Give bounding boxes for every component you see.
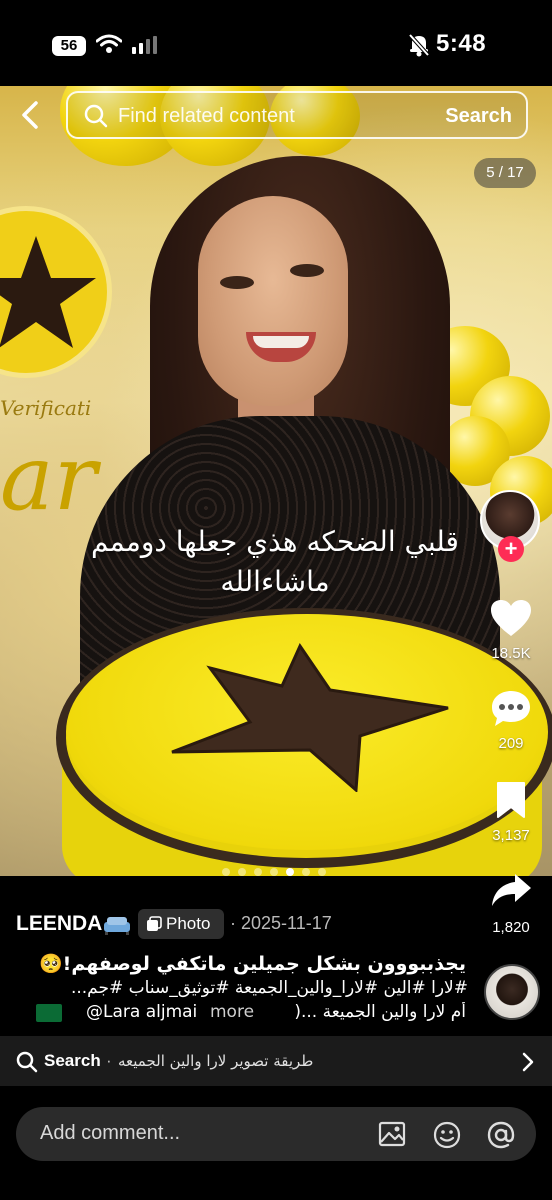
photo-type-badge: Photo bbox=[138, 909, 224, 939]
person-eye bbox=[290, 264, 324, 277]
comment-placeholder: Add comment... bbox=[40, 1122, 181, 1144]
heart-icon bbox=[491, 600, 531, 636]
caption-line: قلبي الضحكه هذي جعلها دوممم bbox=[91, 525, 459, 558]
save-button[interactable]: 3,137 bbox=[480, 780, 542, 844]
bookmark-icon bbox=[497, 782, 525, 818]
search-icon bbox=[84, 104, 108, 128]
mute-bell-icon bbox=[408, 33, 430, 57]
carousel-dot bbox=[270, 868, 278, 876]
search-button[interactable]: Search bbox=[445, 105, 512, 128]
cake-star-decoration bbox=[171, 642, 449, 792]
description-tail: أم لارا والين الجميعة ...( bbox=[294, 1002, 466, 1022]
photo-stack-icon bbox=[147, 916, 162, 931]
post-photo[interactable]: Verificati ar قلبي الضحكه هذي جعلها دومم… bbox=[0, 86, 552, 876]
emoji-icon[interactable] bbox=[432, 1120, 462, 1150]
sound-avatar[interactable] bbox=[484, 964, 540, 1020]
save-count: 3,137 bbox=[492, 827, 530, 844]
photo-counter: 5 / 17 bbox=[474, 158, 536, 188]
wifi-icon bbox=[96, 34, 122, 53]
carousel-dot bbox=[302, 868, 310, 876]
signal-icon bbox=[132, 36, 157, 54]
related-search-row[interactable]: Search · طريقة تصوير لارا والين الجميعه bbox=[0, 1036, 552, 1086]
post-date: · 2025-11-17 bbox=[230, 913, 332, 933]
star-badge-decoration bbox=[0, 206, 112, 378]
background-script: ar bbox=[0, 426, 97, 531]
chevron-right-icon bbox=[522, 1052, 534, 1072]
description-line: @Lara aljmai more أم لارا والين الجميعة … bbox=[16, 1002, 468, 1026]
hashtags-line[interactable]: #لارا #الين #لارا_والين_الجميعة #توثيق_س… bbox=[16, 978, 468, 998]
image-icon[interactable] bbox=[378, 1120, 406, 1148]
comment-bubble-icon bbox=[492, 691, 530, 726]
comment-button[interactable]: 209 bbox=[480, 688, 542, 752]
mention-link[interactable]: @Lara aljmai bbox=[86, 1002, 197, 1022]
author-name[interactable]: LEENDA bbox=[16, 912, 102, 936]
carousel-dot bbox=[222, 868, 230, 876]
comment-count: 209 bbox=[498, 735, 524, 752]
background-text: Verificati bbox=[0, 396, 92, 420]
more-link[interactable]: more bbox=[210, 1002, 254, 1022]
comment-input[interactable]: Add comment... bbox=[16, 1107, 536, 1161]
search-icon bbox=[16, 1051, 38, 1073]
separator: · bbox=[106, 1051, 112, 1070]
related-search-label: Search bbox=[44, 1051, 101, 1070]
status-bar: 56 5:48 bbox=[0, 0, 552, 88]
person-teeth bbox=[253, 336, 309, 348]
creator-avatar[interactable]: + bbox=[480, 490, 540, 562]
saudi-flag-icon bbox=[36, 1004, 62, 1022]
share-button[interactable]: 1,820 bbox=[480, 870, 542, 936]
photo-caption: قلبي الضحكه هذي جعلها دوممم ماشاءالله bbox=[40, 522, 510, 602]
network-badge: 56 bbox=[52, 36, 86, 56]
share-count: 1,820 bbox=[492, 919, 530, 936]
caption-line: ماشاءالله bbox=[220, 565, 330, 598]
share-arrow-icon bbox=[492, 874, 531, 906]
like-button[interactable]: 18.5K bbox=[480, 598, 542, 662]
related-search-term: طريقة تصوير لارا والين الجميعه bbox=[118, 1052, 314, 1070]
back-arrow-icon[interactable] bbox=[18, 100, 44, 130]
person-eye bbox=[220, 276, 254, 289]
sofa-icon bbox=[104, 917, 130, 935]
description-line: يجذببووون بشكل جميلين ماتكفي لوصفهم!🥺 bbox=[39, 953, 466, 975]
carousel-dot-active bbox=[286, 868, 294, 876]
mention-at-icon[interactable] bbox=[486, 1120, 516, 1150]
search-input[interactable]: Find related content bbox=[118, 105, 295, 128]
photo-type-label: Photo bbox=[166, 914, 211, 933]
carousel-dot bbox=[318, 868, 326, 876]
carousel-dot bbox=[238, 868, 246, 876]
search-bar[interactable]: Find related content Search bbox=[66, 91, 528, 139]
person-face bbox=[198, 196, 348, 406]
follow-plus-button[interactable]: + bbox=[498, 536, 524, 562]
clock: 5:48 bbox=[436, 30, 487, 57]
like-count: 18.5K bbox=[491, 645, 531, 662]
carousel-dot bbox=[254, 868, 262, 876]
